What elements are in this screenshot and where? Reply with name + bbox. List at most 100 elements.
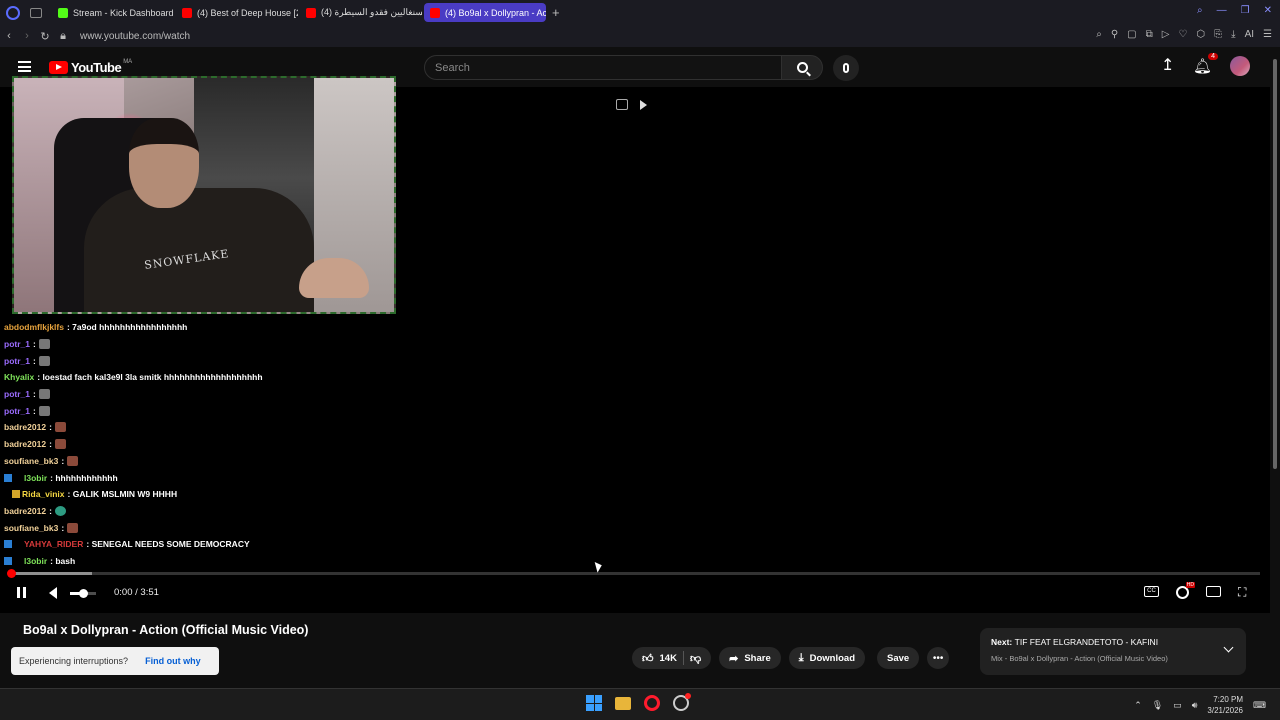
new-tab-button[interactable]: +: [552, 5, 560, 20]
notifications-center-icon[interactable]: ⌨︎: [1253, 700, 1266, 711]
url-field[interactable]: www.youtube.com/watch: [80, 31, 190, 42]
chat-username[interactable]: l3obir: [24, 473, 47, 483]
search-input[interactable]: [425, 56, 781, 79]
search-tabs-icon[interactable]: ⌕: [1197, 5, 1203, 16]
fullscreen-icon[interactable]: ⛶: [1238, 586, 1250, 598]
snapshot-icon[interactable]: ▢: [1127, 29, 1136, 40]
browser-tab[interactable]: Stream - Kick Dashboard: [52, 3, 174, 22]
close-button[interactable]: ✕: [1264, 5, 1272, 16]
scrollbar-thumb[interactable]: [1273, 59, 1277, 469]
video-info: Bo9al x Dollypran - Action (Official Mus…: [0, 613, 1270, 688]
chat-message: soufiane_bk3:: [4, 519, 404, 536]
chat-username[interactable]: badre2012: [4, 439, 46, 449]
page-scrollbar[interactable]: [1270, 47, 1280, 688]
more-actions-icon[interactable]: •••: [927, 647, 950, 669]
share-arrow-icon: ➦: [729, 652, 739, 665]
clock[interactable]: 7:20 PM 3/21/2026: [1207, 694, 1243, 716]
chat-username[interactable]: potr_1: [4, 389, 30, 399]
start-button-icon[interactable]: [586, 695, 602, 711]
play-icon[interactable]: ▷: [1162, 29, 1170, 40]
tab-favicon-icon: [430, 7, 440, 18]
tray-overflow-icon[interactable]: ⌃: [1134, 700, 1142, 711]
app-icon[interactable]: [673, 693, 691, 711]
progress-bar[interactable]: [7, 569, 1260, 578]
ai-icon[interactable]: AI: [1245, 29, 1254, 40]
chat-username[interactable]: badre2012: [4, 422, 46, 432]
chat-username[interactable]: soufiane_bk3: [4, 456, 58, 466]
like-count[interactable]: 14K: [660, 653, 677, 664]
chat-username[interactable]: soufiane_bk3: [4, 523, 58, 533]
create-upload-icon[interactable]: [1161, 55, 1175, 75]
video-actions: 👍︎ 14K 👎︎ ➦ Share ⤓ Download Save •••: [632, 647, 950, 669]
maximize-button[interactable]: ❐: [1241, 5, 1250, 16]
avatar[interactable]: [1230, 56, 1250, 76]
chat-badge-icon: [4, 556, 12, 565]
volume-icon[interactable]: [49, 587, 57, 599]
reload-button[interactable]: ↻: [36, 30, 54, 43]
save-button[interactable]: Save: [877, 647, 920, 669]
chat-text: :: [32, 405, 36, 416]
chat-username[interactable]: potr_1: [4, 406, 30, 416]
pause-button[interactable]: [17, 587, 26, 598]
browser-tab[interactable]: (4) Best of Deep House [2: [176, 3, 298, 22]
volume-slider[interactable]: [70, 589, 96, 598]
windows-taskbar: ⌃ 🎙︎ ▭ 🔊︎ 7:20 PM 3/21/2026 ⌨︎: [0, 688, 1280, 720]
tab-label: (4) Bo9al x Dollypran - Act: [445, 7, 546, 18]
chat-emote-icon: [38, 389, 50, 400]
browser-tab[interactable]: (4) Bo9al x Dollypran - Act: [424, 3, 546, 22]
download-button[interactable]: ⤓ Download: [788, 647, 865, 669]
youtube-wordmark: YouTube: [71, 60, 122, 75]
network-icon[interactable]: ▭: [1173, 700, 1182, 711]
subtitles-button[interactable]: CC: [1144, 586, 1159, 597]
chat-username[interactable]: badre2012: [4, 506, 46, 516]
extensions-icon[interactable]: ⬡: [1196, 29, 1205, 40]
download-icon[interactable]: ⤓: [1231, 29, 1235, 40]
chat-username[interactable]: YAHYA_RIDER: [24, 539, 83, 549]
opera-menu-icon[interactable]: [6, 5, 20, 20]
share-button[interactable]: ➦ Share: [719, 647, 781, 669]
back-button[interactable]: ‹: [0, 30, 18, 42]
opera-browser-icon[interactable]: [644, 695, 660, 711]
clock-date: 3/21/2026: [1207, 706, 1243, 715]
bookmark-heart-icon[interactable]: ♡: [1178, 29, 1187, 40]
file-explorer-icon[interactable]: [615, 696, 631, 710]
chat-text: :: [32, 339, 36, 350]
chat-username[interactable]: Khyalix: [4, 372, 34, 382]
chat-username[interactable]: abdodmflkjklfs: [4, 322, 64, 332]
search-button[interactable]: [781, 55, 823, 80]
guide-menu-icon[interactable]: [18, 61, 31, 72]
video-popout-icon[interactable]: ⧉: [1146, 29, 1153, 40]
chat-username[interactable]: potr_1: [4, 339, 30, 349]
chat-username[interactable]: l3obir: [24, 556, 47, 566]
up-next-card[interactable]: Next: TIF FEAT ELGRANDETOTO - KAFINI Mix…: [980, 628, 1246, 675]
picture-in-picture-icon[interactable]: [616, 99, 628, 110]
dislike-icon[interactable]: 👎︎: [690, 652, 711, 665]
like-icon[interactable]: 👍︎: [642, 652, 654, 665]
find-out-why-link[interactable]: Find out why: [145, 656, 201, 666]
forward-button[interactable]: ›: [18, 30, 36, 42]
chat-text: :: [32, 355, 36, 366]
chat-text: : bash: [50, 555, 76, 566]
tab-islands-icon[interactable]: [30, 7, 42, 18]
speaker-icon[interactable]: 🔊︎: [1192, 700, 1198, 711]
chat-emote-icon: [67, 455, 79, 466]
browser-tab[interactable]: (4) السنغاليين فقدو السيطرة: [300, 3, 422, 22]
theater-mode-button[interactable]: [1206, 586, 1221, 597]
skip-next-icon[interactable]: [640, 100, 647, 110]
chat-username[interactable]: Rida_vinix: [22, 489, 65, 499]
menu-icon[interactable]: ☰: [1263, 29, 1272, 40]
microphone-tray-icon[interactable]: 🎙︎: [1152, 700, 1163, 711]
chat-username[interactable]: potr_1: [4, 356, 30, 366]
video-player[interactable]: SNOWFLAKE abdodmflkjklfs: 7a9od hhhhhhhh…: [0, 76, 1270, 613]
notifications-button[interactable]: 🔔︎ 4: [1193, 53, 1218, 75]
progress-scrubber[interactable]: [7, 569, 16, 578]
pin-icon[interactable]: ⚲: [1111, 29, 1118, 40]
youtube-logo[interactable]: YouTube MA: [49, 59, 132, 75]
zoom-icon[interactable]: ⌕: [1096, 29, 1102, 40]
voice-search-button[interactable]: [833, 55, 859, 81]
volume-knob[interactable]: [78, 589, 88, 598]
minimize-button[interactable]: —: [1217, 5, 1227, 16]
settings-gear-icon[interactable]: [1176, 582, 1195, 599]
chat-emote-icon: [54, 439, 66, 450]
share-icon[interactable]: ⎘: [1214, 29, 1222, 40]
